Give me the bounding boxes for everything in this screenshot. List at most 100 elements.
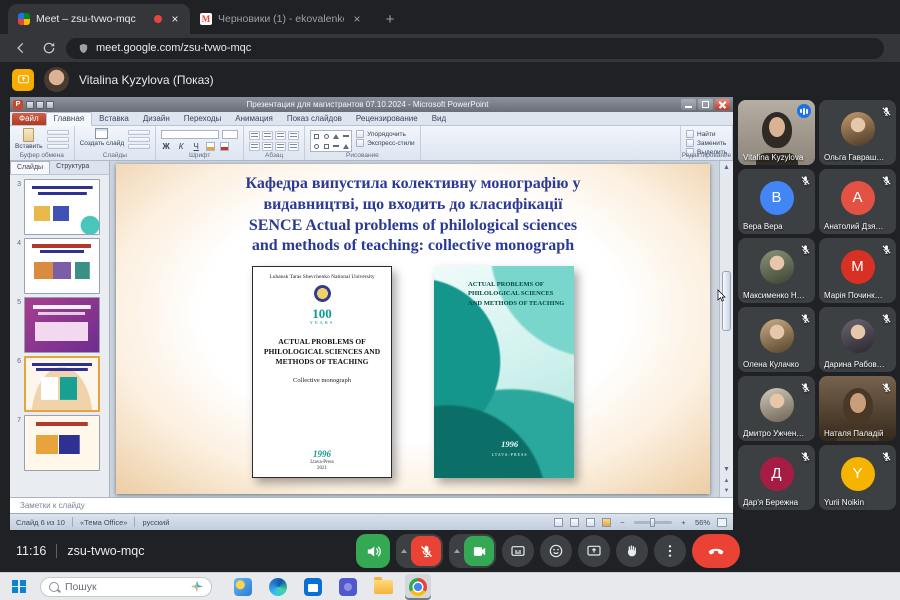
minimize-button[interactable] [681, 99, 696, 110]
ribbon-tab[interactable]: Анимация [228, 113, 280, 125]
panel-tab[interactable]: Структура [50, 161, 95, 174]
scroll-down-icon[interactable]: ▼ [722, 465, 731, 474]
tab-gmail[interactable]: M Черновики (1) - ekovalenko20… × [190, 4, 372, 34]
taskbar-icon-chrome[interactable] [405, 574, 431, 600]
scroll-up-icon[interactable]: ▲ [722, 163, 731, 172]
alignment-buttons[interactable] [249, 128, 299, 151]
quick-styles-button[interactable]: Экспресс-стили [356, 139, 415, 147]
previous-slide-button[interactable]: ▲ [722, 477, 731, 486]
speaker-button[interactable] [356, 534, 390, 568]
notes-pane[interactable]: Заметки к слайду [10, 497, 733, 513]
taskbar-search[interactable]: Пошук [40, 577, 212, 597]
slide-thumbnail[interactable]: 3 [10, 176, 109, 235]
book-cover-left[interactable]: Luhansk Taras Shevchenko National Univer… [252, 266, 392, 478]
font-color-button[interactable] [220, 142, 229, 151]
ribbon-tab[interactable]: Дизайн [136, 113, 177, 125]
participant-tile[interactable]: Y Yurii Noikin [819, 445, 896, 510]
book-cover-right[interactable]: ACTUAL PROBLEMS OF PHILOLOGICAL SCIENCES… [434, 266, 574, 478]
taskbar-icon-widgets[interactable] [230, 574, 256, 600]
slide-thumbnail[interactable]: 4 [10, 235, 109, 294]
new-slide-button[interactable]: Создать слайд [80, 128, 125, 147]
zoom-slider[interactable] [634, 521, 672, 524]
reading-view-button[interactable] [586, 518, 595, 527]
arrange-button[interactable]: Упорядочить [356, 130, 415, 138]
close-button[interactable] [715, 99, 730, 110]
slide-thumbnail[interactable]: 7 [10, 412, 109, 471]
ribbon-tab[interactable]: Показ слайдов [280, 113, 349, 125]
taskbar-icon-teams[interactable] [335, 574, 361, 600]
normal-view-button[interactable] [554, 518, 563, 527]
slides-small-buttons[interactable] [128, 128, 150, 149]
participant-tile[interactable]: М Марія Починк… [819, 238, 896, 303]
group-label: Редактирование [681, 152, 732, 159]
font-name-box[interactable] [161, 130, 219, 139]
slide-thumbnail[interactable]: 6 [10, 353, 109, 412]
ribbon-tab[interactable]: Вставка [92, 113, 136, 125]
replace-button[interactable]: Заменить [686, 139, 727, 147]
participant-tile[interactable]: Vitalina Kyzylova [738, 100, 815, 165]
participant-tile[interactable]: В Вера Вера [738, 169, 815, 234]
camera-options-caret-icon[interactable] [451, 549, 463, 553]
slide-scrollbar[interactable]: ▲ ▼ ▲ ▼ [719, 161, 733, 498]
ribbon-tab[interactable]: Переходы [177, 113, 229, 125]
participant-tile[interactable]: А Анатолий Дзя… [819, 169, 896, 234]
slide-title[interactable]: Кафедра випустила колективну монографію … [130, 174, 696, 257]
paste-button[interactable]: Вставить [15, 128, 43, 150]
site-info-icon[interactable] [78, 43, 89, 54]
mic-button[interactable] [411, 536, 441, 566]
address-bar[interactable]: meet.google.com/zsu-tvwo-mqc [66, 38, 884, 59]
new-tab-button[interactable]: + [378, 7, 402, 31]
bold-button[interactable]: Ж [161, 142, 171, 151]
panel-tab[interactable]: Слайды [10, 161, 50, 174]
language-indicator[interactable]: русский [142, 518, 169, 527]
font-size-box[interactable] [222, 130, 238, 139]
raise-hand-button[interactable] [616, 535, 648, 567]
participant-tile[interactable]: Наталя Паладій [819, 376, 896, 441]
zoom-out-button[interactable]: − [618, 518, 627, 527]
participant-tile[interactable]: Дарина Рабов… [819, 307, 896, 372]
slide-sorter-view-button[interactable] [570, 518, 579, 527]
fit-to-window-button[interactable] [717, 518, 727, 527]
participant-tile[interactable]: Д Дар'я Бережна [738, 445, 815, 510]
ribbon-tab[interactable]: Рецензирование [349, 113, 425, 125]
zoom-in-button[interactable]: + [679, 518, 688, 527]
next-slide-button[interactable]: ▼ [722, 487, 731, 496]
tab-close-icon[interactable]: × [350, 12, 364, 26]
present-button[interactable] [578, 535, 610, 567]
slideshow-view-button[interactable] [602, 518, 611, 527]
underline-button[interactable]: Ч [191, 142, 201, 151]
start-button[interactable] [8, 576, 30, 598]
camera-button[interactable] [464, 536, 494, 566]
leave-call-button[interactable] [692, 534, 740, 568]
ribbon-tab[interactable]: Главная [46, 112, 92, 126]
quick-access-toolbar[interactable] [26, 101, 54, 109]
participant-tile[interactable]: Ольга Гавраш… [819, 100, 896, 165]
ribbon-tab-file[interactable]: Файл [12, 113, 46, 125]
participant-tile[interactable]: Дмитро Ужчен… [738, 376, 815, 441]
participant-tile[interactable]: Максименко Н… [738, 238, 815, 303]
shapes-gallery[interactable] [310, 130, 352, 152]
highlight-color-button[interactable] [206, 142, 215, 151]
reload-button[interactable] [38, 37, 60, 59]
tab-close-icon[interactable]: × [168, 12, 182, 26]
taskbar-icon-edge[interactable] [265, 574, 291, 600]
presenter-name: Vitalina Kyzylova (Показ) [79, 73, 214, 87]
mic-options-caret-icon[interactable] [398, 549, 410, 553]
italic-button[interactable]: К [176, 142, 186, 151]
reactions-button[interactable] [540, 535, 572, 567]
powerpoint-titlebar[interactable]: P Презентация для магистрантов 07.10.202… [10, 97, 733, 112]
maximize-button[interactable] [698, 99, 713, 110]
slide-thumbnail[interactable]: 5 [10, 294, 109, 353]
find-button[interactable]: Найти [686, 130, 727, 138]
taskbar-icon-explorer[interactable] [370, 574, 396, 600]
zoom-slider-handle[interactable] [650, 518, 655, 527]
tab-meet[interactable]: Meet – zsu-tvwo-mqc × [8, 4, 190, 34]
back-button[interactable] [10, 37, 32, 59]
clipboard-small-buttons[interactable] [47, 128, 69, 149]
ribbon-tab[interactable]: Вид [425, 113, 453, 125]
more-options-button[interactable] [654, 535, 686, 567]
slide-canvas[interactable]: Кафедра випустила колективну монографію … [116, 164, 710, 494]
participant-tile[interactable]: Олена Кулачко [738, 307, 815, 372]
captions-button[interactable] [502, 535, 534, 567]
taskbar-icon-store[interactable] [300, 574, 326, 600]
